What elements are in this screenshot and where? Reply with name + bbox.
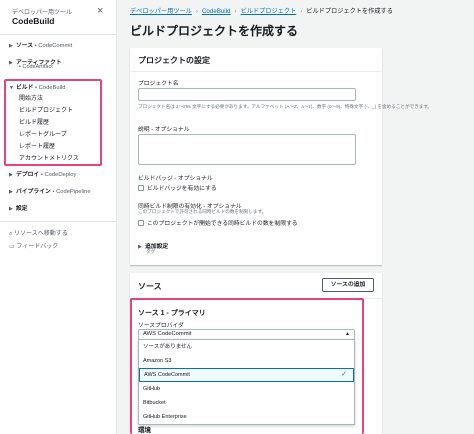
divider	[130, 71, 382, 72]
build-badge-label: ビルドバッジ - オプショナル	[138, 176, 213, 182]
primary-source-heading: ソース 1 - プライマリ	[138, 310, 206, 317]
build-badge-option[interactable]: ビルドバッジを有効にする	[138, 183, 217, 192]
source-panel: ソース ソースの追加 ソース 1 - プライマリ ソースプロバイダ AWS Co…	[130, 273, 382, 434]
description-textarea[interactable]	[138, 134, 356, 165]
caret-right-icon: ▶	[9, 189, 13, 195]
breadcrumb-current: ビルドプロジェクトを作成する	[306, 8, 393, 15]
option-aws-codecommit[interactable]: AWS CodeCommit ✓	[139, 368, 354, 382]
source-provider-value: AWS CodeCommit	[143, 331, 192, 337]
close-icon[interactable]: ×	[97, 5, 103, 17]
chevron-right-icon: ›	[234, 8, 237, 15]
option-amazon-s3[interactable]: Amazon S3	[139, 354, 354, 368]
sidebar-item-settings[interactable]: ▶ 設定	[9, 203, 28, 212]
divider	[0, 221, 116, 222]
build-badge-checkbox[interactable]	[138, 184, 144, 191]
breadcrumb-build-projects[interactable]: ビルドプロジェクト	[241, 8, 297, 15]
sidebar-item-artifacts-sub: CodeArtifact	[22, 64, 53, 70]
additional-settings-sub: タグ	[146, 249, 156, 254]
source-provider-dropdown: ソースがありません Amazon S3 AWS CodeCommit ✓ GitH…	[138, 339, 355, 425]
source-provider-label: ソースプロバイダ	[138, 323, 184, 329]
project-name-label: プロジェクト名	[138, 81, 179, 87]
option-bitbucket[interactable]: Bitbucket	[139, 396, 354, 410]
concurrency-checkbox[interactable]	[138, 219, 144, 226]
option-no-source[interactable]: ソースがありません	[139, 340, 354, 354]
highlight-box-sidebar	[4, 79, 102, 166]
caret-right-icon: ▶	[9, 172, 13, 178]
option-github-enterprise[interactable]: GitHub Enterprise	[139, 410, 354, 424]
sidebar-item-pipeline[interactable]: ▶ パイプライン • CodePipeline	[9, 186, 91, 195]
project-name-hint: プロジェクト名は 2〜255 文字にする必要があります。アルファベット (A〜Z…	[138, 104, 433, 109]
source-heading: ソース	[138, 282, 162, 291]
sidebar-category: デベロッパー用ツール	[12, 10, 73, 16]
divider	[0, 34, 116, 35]
chevron-right-icon: ›	[195, 8, 198, 15]
sidebar-item-source[interactable]: ▶ ソース • CodeCommit	[9, 40, 72, 49]
breadcrumb-codebuild[interactable]: CodeBuild	[202, 8, 231, 15]
option-aws-codecommit-label: AWS CodeCommit	[144, 372, 190, 378]
project-name-input[interactable]	[138, 88, 356, 101]
breadcrumb: デベロッパー用ツール › CodeBuild › ビルドプロジェクト › ビルドプロジェクト…	[130, 6, 393, 15]
concurrency-checkbox-label: このプロジェクトが開始できる同時ビルドの数を制限する	[147, 221, 298, 227]
sidebar: デベロッパー用ツール CodeBuild × ▶ ソース • CodeCommit…	[0, 0, 117, 434]
sidebar-link-feedback[interactable]: ▭ フィードバック	[9, 241, 58, 250]
sidebar-title[interactable]: CodeBuild	[12, 16, 55, 26]
concurrency-hint: このプロジェクトで許可される同時ビルドの数を制限します。	[138, 209, 267, 214]
description-label: 説明 - オプショナル	[138, 127, 190, 133]
option-github[interactable]: GitHub	[139, 382, 354, 396]
breadcrumb-developer-tools[interactable]: デベロッパー用ツール	[130, 8, 192, 15]
project-settings-heading: プロジェクトの設定	[138, 56, 210, 65]
caret-right-icon: ▶	[9, 206, 13, 212]
check-icon: ✓	[341, 371, 347, 378]
caret-up-icon: ▲	[345, 331, 350, 337]
build-badge-checkbox-label: ビルドバッジを有効にする	[147, 186, 217, 192]
caret-right-icon: ▶	[9, 43, 13, 49]
sidebar-link-go-to-resource[interactable]: ⌕ リソースへ移動する	[9, 228, 68, 238]
project-settings-panel: プロジェクトの設定 プロジェクト名 プロジェクト名は 2〜255 文字にする必要…	[130, 48, 432, 265]
caret-right-icon: ▶	[9, 60, 13, 66]
concurrency-option[interactable]: このプロジェクトが開始できる同時ビルドの数を制限する	[138, 218, 298, 227]
sidebar-item-deploy[interactable]: ▶ デプロイ • CodeDeploy	[9, 169, 76, 178]
environment-heading: 環境	[138, 427, 151, 434]
page-title: ビルドプロジェクトを作成する	[130, 24, 299, 38]
caret-right-icon: ▶	[138, 244, 142, 250]
add-source-button[interactable]: ソースの追加	[322, 278, 374, 292]
chevron-right-icon: ›	[300, 8, 303, 15]
